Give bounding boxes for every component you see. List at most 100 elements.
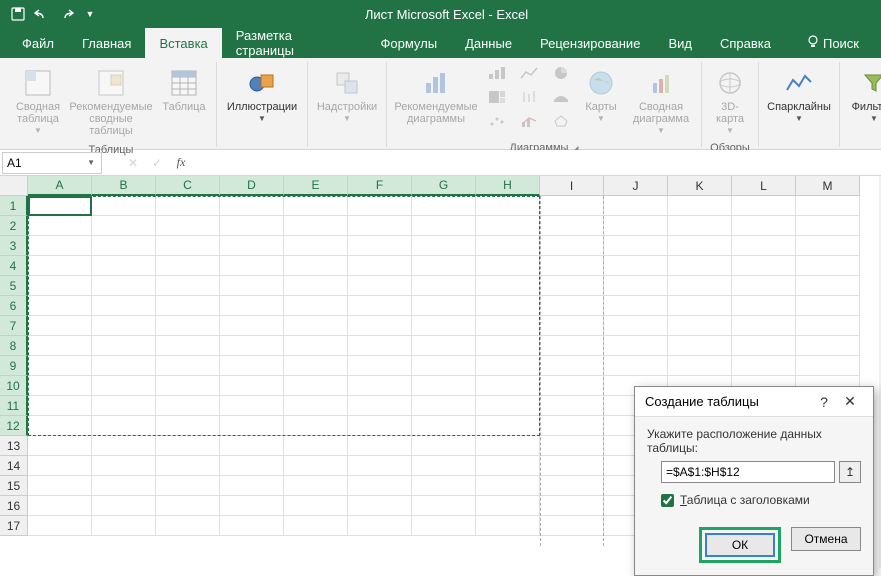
- tab-formulas[interactable]: Формулы: [367, 28, 452, 58]
- column-header[interactable]: F: [348, 176, 412, 196]
- cell[interactable]: [668, 236, 732, 256]
- cell[interactable]: [284, 276, 348, 296]
- cell[interactable]: [348, 256, 412, 276]
- cell[interactable]: [796, 296, 860, 316]
- cell[interactable]: [732, 316, 796, 336]
- cell[interactable]: [348, 236, 412, 256]
- cell[interactable]: [348, 316, 412, 336]
- row-header[interactable]: 15: [0, 476, 28, 496]
- cell[interactable]: [476, 496, 540, 516]
- cell[interactable]: [796, 196, 860, 216]
- cell[interactable]: [796, 216, 860, 236]
- customize-qat-icon[interactable]: ▼: [80, 4, 100, 24]
- cell[interactable]: [348, 296, 412, 316]
- cell[interactable]: [668, 336, 732, 356]
- cell[interactable]: [156, 376, 220, 396]
- dialog-titlebar[interactable]: Создание таблицы ? ✕: [635, 387, 873, 417]
- cell[interactable]: [540, 436, 604, 456]
- cell[interactable]: [540, 296, 604, 316]
- cell[interactable]: [412, 516, 476, 536]
- cell[interactable]: [284, 256, 348, 276]
- cell[interactable]: [348, 336, 412, 356]
- cell[interactable]: [348, 496, 412, 516]
- cell[interactable]: [284, 296, 348, 316]
- cell[interactable]: [220, 416, 284, 436]
- cell[interactable]: [28, 356, 92, 376]
- column-header[interactable]: A: [28, 176, 92, 196]
- cell[interactable]: [412, 436, 476, 456]
- cell[interactable]: [540, 256, 604, 276]
- cell[interactable]: [220, 196, 284, 216]
- cell[interactable]: [412, 196, 476, 216]
- cell[interactable]: [156, 456, 220, 476]
- cell[interactable]: [540, 476, 604, 496]
- cell[interactable]: [28, 216, 92, 236]
- tab-data[interactable]: Данные: [451, 28, 526, 58]
- cell[interactable]: [796, 236, 860, 256]
- row-header[interactable]: 8: [0, 336, 28, 356]
- cell[interactable]: [604, 316, 668, 336]
- cell[interactable]: [156, 276, 220, 296]
- cell[interactable]: [540, 496, 604, 516]
- help-icon[interactable]: ?: [811, 394, 837, 410]
- cell[interactable]: [28, 456, 92, 476]
- cell[interactable]: [220, 456, 284, 476]
- cell[interactable]: [92, 236, 156, 256]
- cell[interactable]: [92, 356, 156, 376]
- cell[interactable]: [540, 276, 604, 296]
- row-header[interactable]: 14: [0, 456, 28, 476]
- cell[interactable]: [92, 216, 156, 236]
- cell[interactable]: [92, 296, 156, 316]
- cell[interactable]: [540, 516, 604, 536]
- column-header[interactable]: I: [540, 176, 604, 196]
- cell[interactable]: [476, 476, 540, 496]
- cell[interactable]: [412, 316, 476, 336]
- cell[interactable]: [28, 476, 92, 496]
- cell[interactable]: [348, 196, 412, 216]
- cell[interactable]: [156, 296, 220, 316]
- cell[interactable]: [284, 376, 348, 396]
- cell[interactable]: [92, 496, 156, 516]
- cell[interactable]: [540, 236, 604, 256]
- cell[interactable]: [28, 336, 92, 356]
- cell[interactable]: [220, 216, 284, 236]
- cell[interactable]: [540, 356, 604, 376]
- cell[interactable]: [732, 356, 796, 376]
- cell[interactable]: [28, 376, 92, 396]
- cell[interactable]: [796, 336, 860, 356]
- cancel-button[interactable]: Отмена: [791, 527, 861, 551]
- cell[interactable]: [348, 396, 412, 416]
- cell[interactable]: [28, 296, 92, 316]
- cell[interactable]: [668, 276, 732, 296]
- undo-icon[interactable]: [32, 4, 52, 24]
- cell[interactable]: [796, 276, 860, 296]
- tab-file[interactable]: Файл: [8, 28, 68, 58]
- cell[interactable]: [220, 436, 284, 456]
- formula-input[interactable]: [198, 150, 881, 175]
- row-header[interactable]: 17: [0, 516, 28, 536]
- illustrations-button[interactable]: Иллюстрации ▼: [223, 62, 301, 128]
- cell[interactable]: [284, 216, 348, 236]
- cell[interactable]: [156, 216, 220, 236]
- filters-button[interactable]: Фильтры ▼: [846, 62, 881, 128]
- cell[interactable]: [220, 496, 284, 516]
- cell[interactable]: [412, 396, 476, 416]
- tab-layout[interactable]: Разметка страницы: [222, 28, 367, 58]
- cell[interactable]: [156, 436, 220, 456]
- cell[interactable]: [668, 296, 732, 316]
- cell[interactable]: [412, 496, 476, 516]
- cell[interactable]: [220, 256, 284, 276]
- cell[interactable]: [28, 496, 92, 516]
- cell[interactable]: [476, 436, 540, 456]
- cell[interactable]: [156, 356, 220, 376]
- cell[interactable]: [412, 236, 476, 256]
- cell[interactable]: [348, 216, 412, 236]
- cell[interactable]: [28, 196, 92, 216]
- cell[interactable]: [412, 356, 476, 376]
- column-header[interactable]: G: [412, 176, 476, 196]
- cell[interactable]: [540, 416, 604, 436]
- cell[interactable]: [476, 296, 540, 316]
- row-header[interactable]: 6: [0, 296, 28, 316]
- cell[interactable]: [28, 276, 92, 296]
- cell[interactable]: [284, 336, 348, 356]
